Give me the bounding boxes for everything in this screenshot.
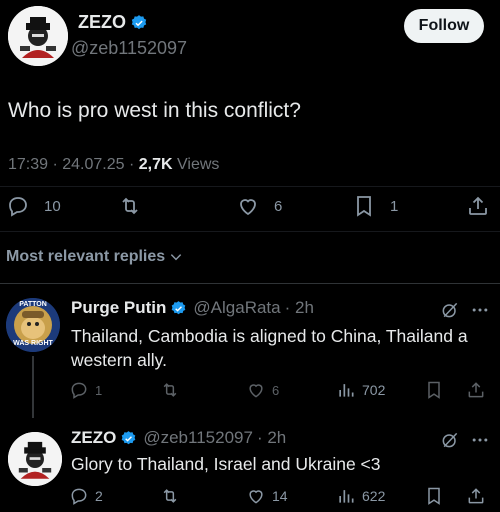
share-icon [469,196,487,215]
bookmark-action[interactable]: 1 [352,194,398,218]
reply-2-age[interactable]: · 2h [257,428,286,448]
reply-2-like-count: 14 [272,488,288,504]
reply-2-retweet-action[interactable] [160,486,180,506]
reply-1-age[interactable]: · 2h [285,298,314,318]
replies-filter[interactable]: Most relevant replies [6,248,183,266]
reply-1-reply-count: 1 [95,382,103,398]
bookmark-count: 1 [390,197,399,215]
reply-1-retweet-action[interactable] [160,380,180,400]
retweet-icon [163,383,177,397]
author-name-row: ZEZO [78,12,148,33]
verified-badge-icon [122,430,136,444]
more-options-icon[interactable] [470,430,490,450]
reply-2-like-action[interactable]: 14 [246,486,288,506]
like-count: 6 [274,197,283,215]
bookmark-icon[interactable] [424,486,444,506]
retweet-action[interactable] [118,194,142,218]
reply-2-author-name[interactable]: ZEZO [71,428,116,448]
reply-2-header: ZEZO @zeb1152097 · 2h [71,428,286,448]
views-count: 2,7K [138,156,173,173]
reply-2-reply-action[interactable]: 2 [69,486,103,506]
avatar-text-top: PATTON [19,301,47,308]
reply-2-text: Glory to Thailand, Israel and Ukraine <3 [71,454,381,474]
reply-1-like-action[interactable]: 6 [246,380,279,400]
retweet-icon [163,489,177,503]
views-label: Views [172,156,220,173]
avatar-text-bottom: WAS RIGHT [13,340,53,347]
grok-icon[interactable] [440,300,460,320]
bookmark-icon [357,196,371,217]
share-action[interactable] [466,194,490,218]
author-avatar[interactable] [8,6,68,66]
reply-1-avatar[interactable]: PATTON WAS RIGHT [6,298,60,352]
follow-button[interactable]: Follow [404,9,484,43]
divider-replies [0,283,500,284]
analytics-icon [339,384,354,397]
author-handle[interactable]: @zeb1152097 [71,38,187,59]
reply-1-views-action[interactable]: 702 [336,380,385,400]
share-icon[interactable] [466,380,486,400]
retweet-icon [122,197,138,215]
reply-1-views-count: 702 [362,382,386,398]
tweet-timestamp[interactable]: 17:39 · 24.07.25 · [8,156,139,173]
reply-1-header: Purge Putin @AlgaRata · 2h [71,298,314,318]
reply-1-text: Thailand, Cambodia is aligned to China, … [71,326,468,370]
bookmark-icon[interactable] [424,380,444,400]
avatar-image [8,6,68,66]
divider-top [0,186,500,187]
share-icon[interactable] [466,486,486,506]
reply-1-author-name[interactable]: Purge Putin [71,298,166,318]
reply-2-avatar[interactable] [8,432,62,486]
reply-1-like-count: 6 [272,382,280,398]
reply-icon [9,197,27,217]
divider-actions [0,231,500,232]
reply-icon [71,382,87,399]
heart-icon [249,384,263,398]
tweet-text: Who is pro west in this conflict? [8,99,301,122]
like-action[interactable]: 6 [236,194,282,218]
author-name[interactable]: ZEZO [78,12,126,33]
chevron-down-icon [170,254,182,261]
verified-badge-icon [172,300,186,314]
reply-2-reply-count: 2 [95,488,103,504]
verified-badge-icon [131,14,147,29]
heart-icon [249,490,263,504]
thread-connector-line [32,356,34,418]
reply-2-handle[interactable]: @zeb1152097 [143,428,253,448]
reply-action[interactable]: 10 [6,194,61,218]
analytics-icon [339,490,354,503]
reply-1-reply-action[interactable]: 1 [69,380,102,400]
heart-icon [240,199,256,216]
reply-2-avatar-image [8,432,62,486]
replies-filter-label: Most relevant replies [6,248,166,265]
reply-count: 10 [44,197,61,215]
grok-icon[interactable] [440,430,460,450]
tweet-meta: 17:39 · 24.07.25 · 2,7K Views [8,156,219,174]
reply-2-views-action[interactable]: 622 [336,486,385,506]
reply-2-views-count: 622 [362,488,386,504]
more-options-icon[interactable] [470,300,490,320]
reply-icon [71,488,87,505]
reply-1-handle[interactable]: @AlgaRata [193,298,280,318]
